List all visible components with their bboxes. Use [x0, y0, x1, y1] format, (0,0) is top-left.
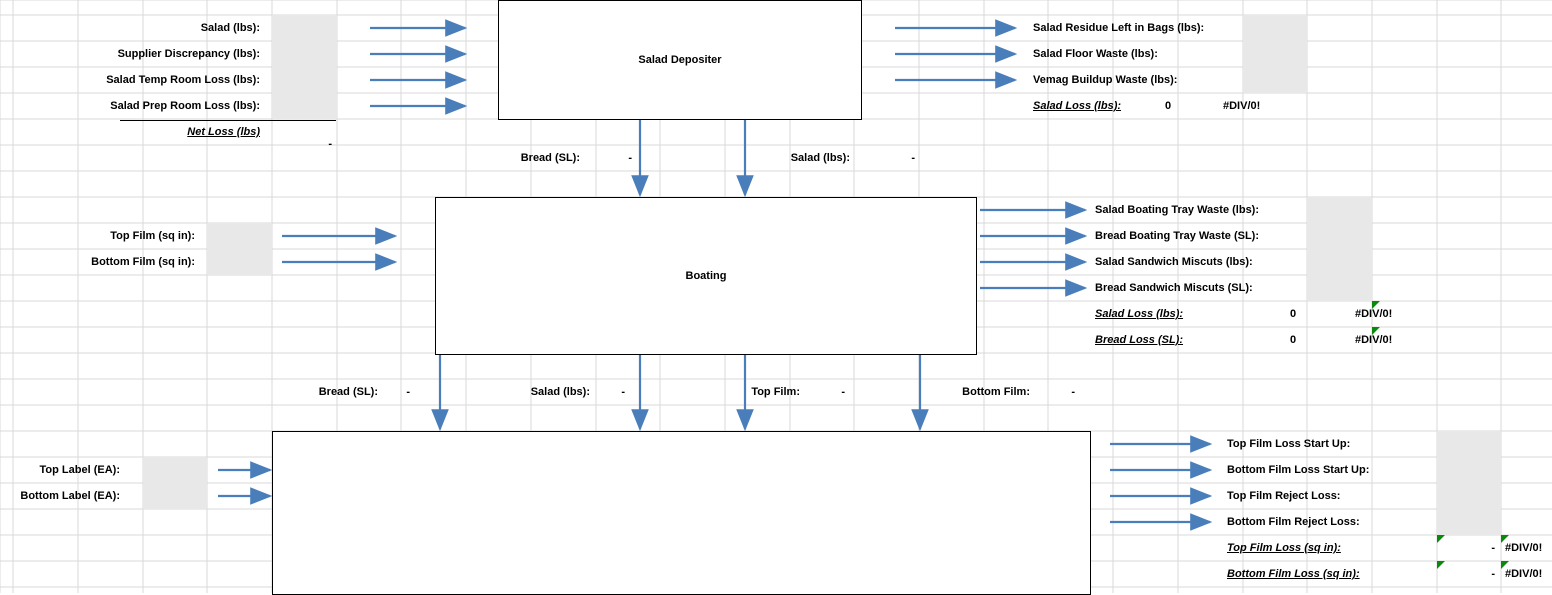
flow-bread-sl-2: Bread (SL): [298, 386, 378, 398]
label-vemag-buildup: Vemag Buildup Waste (lbs): [1033, 74, 1177, 86]
label-top-film-startup: Top Film Loss Start Up: [1227, 438, 1350, 450]
value-salad-loss-1: 0 [1165, 100, 1171, 112]
net-loss-underline [120, 120, 336, 121]
label-bottom-label-ea: Bottom Label (EA): [10, 490, 120, 502]
error-top-film-loss: #DIV/0! [1505, 542, 1542, 554]
error-bread-loss-2: #DIV/0! [1355, 334, 1392, 346]
flow-bread-sl-2-val: - [380, 386, 410, 398]
flow-salad-lbs-1-val: - [860, 152, 915, 164]
label-salad-floor-waste: Salad Floor Waste (lbs): [1033, 48, 1158, 60]
label-salad-sandwich-miscuts: Salad Sandwich Miscuts (lbs): [1095, 256, 1253, 268]
label-bottom-film-startup: Bottom Film Loss Start Up: [1227, 464, 1369, 476]
label-bread-loss-2: Bread Loss (SL): [1095, 334, 1183, 346]
flow-bread-sl-1-val: - [590, 152, 632, 164]
error-salad-loss-1: #DIV/0! [1223, 100, 1260, 112]
label-salad-boating-tray: Salad Boating Tray Waste (lbs): [1095, 204, 1259, 216]
label-bread-sandwich-miscuts: Bread Sandwich Miscuts (SL): [1095, 282, 1253, 294]
label-net-loss: Net Loss (lbs) [100, 126, 260, 138]
value-top-film-loss: - [1440, 542, 1495, 554]
label-top-film: Top Film (sq in): [40, 230, 195, 242]
label-salad-prep-room-loss: Salad Prep Room Loss (lbs): [60, 100, 260, 112]
flow-salad-lbs-2-val: - [595, 386, 625, 398]
label-bottom-film-loss: Bottom Film Loss (sq in): [1227, 568, 1360, 580]
label-supplier-discrepancy: Supplier Discrepancy (lbs): [60, 48, 260, 60]
flow-top-film: Top Film: [720, 386, 800, 398]
label-top-film-reject: Top Film Reject Loss: [1227, 490, 1340, 502]
label-salad-loss-1: Salad Loss (lbs): [1033, 100, 1121, 112]
label-bread-boating-tray: Bread Boating Tray Waste (SL): [1095, 230, 1259, 242]
flow-bottom-film: Bottom Film: [940, 386, 1030, 398]
error-bottom-film-loss: #DIV/0! [1505, 568, 1542, 580]
label-salad-lbs: Salad (lbs): [120, 22, 260, 34]
value-salad-loss-2: 0 [1290, 308, 1296, 320]
label-top-label-ea: Top Label (EA): [10, 464, 120, 476]
error-salad-loss-2: #DIV/0! [1355, 308, 1392, 320]
flow-bottom-film-val: - [1035, 386, 1075, 398]
label-salad-residue: Salad Residue Left in Bags (lbs): [1033, 22, 1204, 34]
flow-top-film-val: - [805, 386, 845, 398]
label-top-film-loss: Top Film Loss (sq in): [1227, 542, 1341, 554]
value-net-loss: - [272, 138, 332, 150]
flow-salad-lbs-2: Salad (lbs): [505, 386, 590, 398]
flow-bread-sl-1: Bread (SL): [470, 152, 580, 164]
arrows-layer [0, 0, 1552, 593]
label-bottom-film: Bottom Film (sq in): [40, 256, 195, 268]
label-salad-temp-room-loss: Salad Temp Room Loss (lbs): [60, 74, 260, 86]
value-bread-loss-2: 0 [1290, 334, 1296, 346]
label-bottom-film-reject: Bottom Film Reject Loss: [1227, 516, 1360, 528]
label-salad-loss-2: Salad Loss (lbs): [1095, 308, 1183, 320]
flow-salad-lbs-1: Salad (lbs): [750, 152, 850, 164]
value-bottom-film-loss: - [1440, 568, 1495, 580]
